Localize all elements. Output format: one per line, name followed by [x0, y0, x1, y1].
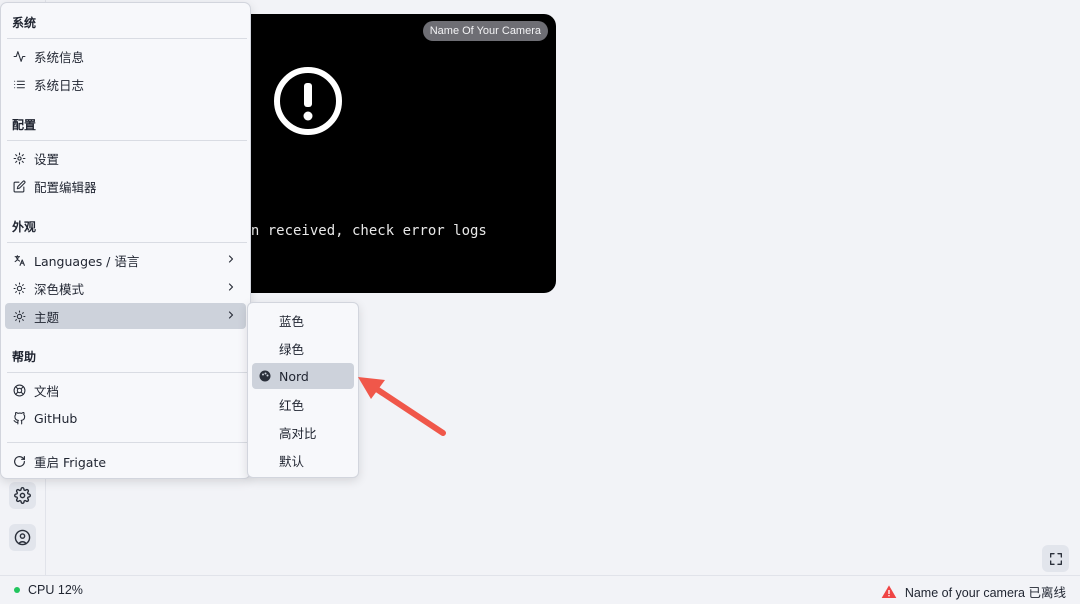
theme-submenu: 蓝色 绿色 Nord 红色 高对比 默认 — [247, 302, 359, 478]
menu-item-label: 系统日志 — [34, 77, 85, 93]
menu-item-docs[interactable]: 文档 — [5, 377, 246, 403]
divider — [7, 442, 247, 443]
chevron-right-icon — [228, 255, 234, 263]
sun-icon — [13, 310, 25, 322]
menu-item-label: 配置编辑器 — [34, 179, 97, 195]
menu-item-settings[interactable]: 设置 — [5, 145, 246, 171]
theme-option-label: 高对比 — [279, 425, 317, 441]
camera-name-badge: Name Of Your Camera — [422, 21, 548, 41]
theme-option-default[interactable]: 默认 — [252, 447, 354, 473]
menu-item-dark-mode[interactable]: 深色模式 — [5, 275, 246, 301]
chevron-right-icon — [228, 283, 234, 291]
theme-option-nord[interactable]: Nord — [252, 363, 354, 389]
theme-option-red[interactable]: 红色 — [252, 391, 354, 417]
camera-error-message: een received, check error logs — [238, 223, 487, 239]
user-circle-icon — [14, 529, 31, 546]
menu-item-label: 深色模式 — [34, 281, 85, 297]
alert-circle-icon — [274, 67, 342, 135]
menu-item-label: 设置 — [34, 151, 60, 167]
translate-icon — [14, 254, 25, 266]
warning-icon — [881, 584, 897, 598]
section-title-appearance: 外观 — [12, 220, 37, 234]
menu-item-label: Languages / 语言 — [34, 253, 140, 269]
refresh-icon — [13, 455, 25, 467]
status-bar: CPU 12% Name of your camera 已离线 — [0, 575, 1080, 604]
lifebuoy-icon — [13, 384, 25, 396]
sun-icon — [13, 282, 25, 294]
menu-item-label: GitHub — [34, 410, 78, 426]
palette-icon — [259, 370, 271, 382]
theme-option-label: 蓝色 — [279, 313, 305, 329]
menu-item-config-editor[interactable]: 配置编辑器 — [5, 173, 246, 199]
gear-icon — [13, 152, 25, 164]
fullscreen-button[interactable] — [1042, 545, 1069, 572]
gear-icon — [14, 487, 31, 504]
theme-option-label: 红色 — [279, 397, 305, 413]
divider — [7, 242, 247, 243]
account-button[interactable] — [9, 524, 36, 551]
theme-option-blue[interactable]: 蓝色 — [252, 307, 354, 333]
menu-item-theme[interactable]: 主题 — [5, 303, 246, 329]
cpu-status: CPU 12% — [14, 583, 83, 597]
divider — [7, 140, 247, 141]
fullscreen-icon — [1049, 552, 1062, 565]
menu-item-label: 重启 Frigate — [34, 454, 107, 470]
section-title-help: 帮助 — [12, 350, 37, 364]
menu-item-restart[interactable]: 重启 Frigate — [5, 448, 246, 474]
theme-option-label: Nord — [279, 368, 309, 384]
menu-item-system-logs[interactable]: 系统日志 — [5, 71, 246, 97]
camera-tile[interactable]: Name Of Your Camera een received, check … — [238, 14, 556, 293]
camera-offline-text: Name of your camera 已离线 — [904, 586, 1066, 600]
chevron-right-icon — [228, 311, 234, 319]
divider — [7, 372, 247, 373]
menu-item-languages[interactable]: Languages / 语言 — [5, 247, 246, 273]
activity-icon — [13, 50, 25, 62]
github-icon — [13, 411, 25, 424]
list-icon — [13, 80, 25, 88]
theme-option-label: 绿色 — [279, 341, 305, 357]
edit-icon — [13, 179, 26, 192]
theme-option-green[interactable]: 绿色 — [252, 335, 354, 361]
section-title-config: 配置 — [12, 118, 37, 132]
menu-item-github[interactable]: GitHub — [5, 405, 246, 431]
theme-option-label: 默认 — [279, 453, 305, 469]
section-title-system: 系统 — [12, 16, 37, 30]
camera-offline-status[interactable]: Name of your camera 已离线 — [881, 582, 1066, 601]
annotation-arrow — [358, 377, 446, 436]
theme-option-high-contrast[interactable]: 高对比 — [252, 419, 354, 445]
menu-item-system-info[interactable]: 系统信息 — [5, 43, 246, 69]
menu-item-label: 系统信息 — [34, 49, 85, 65]
menu-item-label: 文档 — [34, 383, 60, 399]
status-dot — [14, 587, 20, 593]
menu-item-label: 主题 — [34, 309, 60, 325]
divider — [7, 38, 247, 39]
cpu-usage-text: CPU 12% — [28, 583, 83, 597]
settings-button[interactable] — [9, 482, 36, 509]
settings-menu: 系统 系统信息 系统日志 配置 设置 配置编辑器 外观 Languages / … — [0, 2, 251, 479]
